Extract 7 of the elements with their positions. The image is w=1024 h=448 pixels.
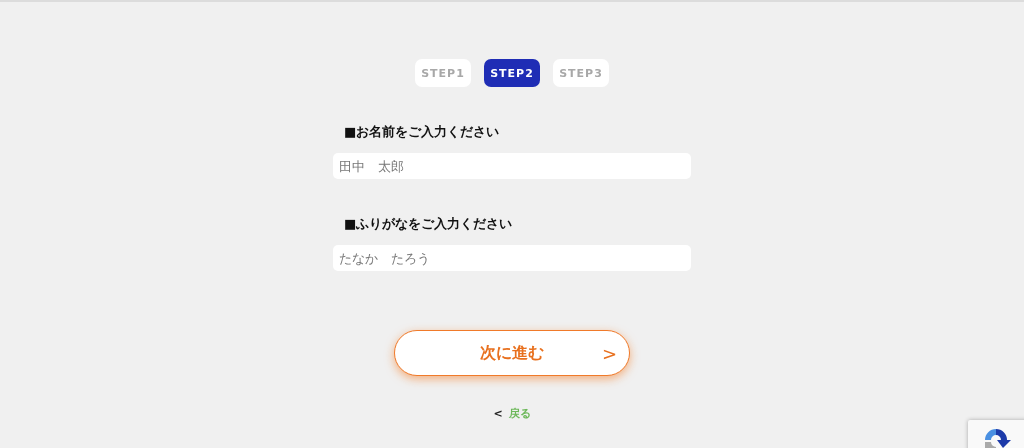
field-label: ■お名前をご入力ください	[344, 123, 501, 141]
next-button[interactable]: 次に進む >	[394, 330, 630, 376]
chevron-icon: <	[493, 407, 503, 420]
input-field[interactable]: たなか たろう	[333, 245, 691, 271]
input-field[interactable]: 田中 太郎	[333, 153, 691, 179]
back-link[interactable]: 戻る	[508, 406, 531, 421]
field-label: ■ふりがなをご入力ください	[344, 215, 514, 233]
